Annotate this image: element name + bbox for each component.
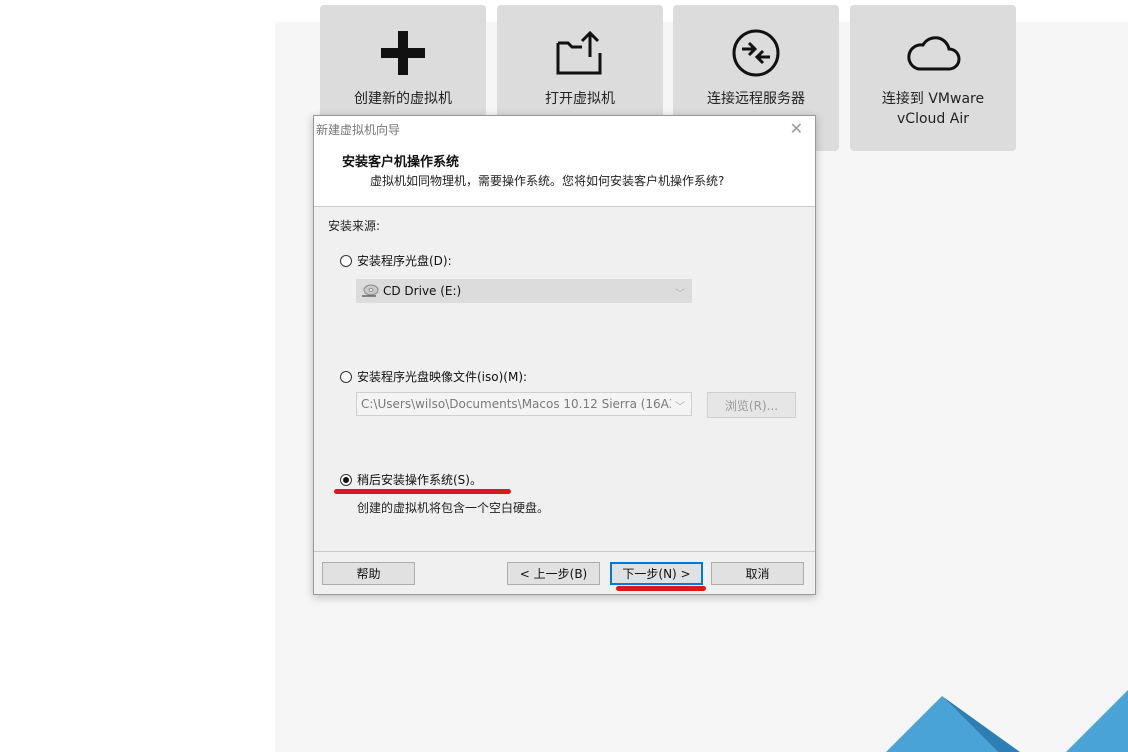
footer-divider: [314, 551, 815, 552]
iso-path-select[interactable]: C:\Users\wilso\Documents\Macos 10.12 Sie…: [356, 392, 692, 416]
cancel-button[interactable]: 取消: [711, 562, 804, 585]
install-iso-radio[interactable]: [340, 370, 352, 383]
dialog-title: 新建虚拟机向导: [316, 123, 401, 137]
dialog-header: 新建虚拟机向导 ✕ 安装客户机操作系统 虚拟机如同物理机，需要操作系统。您将如何…: [314, 116, 815, 207]
install-later-note: 创建的虚拟机将包含一个空白硬盘。: [357, 501, 550, 515]
tile-label: 打开虚拟机: [545, 91, 615, 107]
new-vm-wizard-dialog: 新建虚拟机向导 ✕ 安装客户机操作系统 虚拟机如同物理机，需要操作系统。您将如何…: [313, 115, 816, 595]
install-source-label: 安装来源:: [328, 219, 381, 233]
tile-label: 连接远程服务器: [707, 91, 805, 107]
red-underline-annotation: [616, 586, 706, 591]
remote-server-icon: [730, 27, 782, 79]
install-later-label: 稍后安装操作系统(S)。: [357, 473, 482, 487]
install-later-option[interactable]: 稍后安装操作系统(S)。: [340, 471, 482, 488]
install-disc-radio[interactable]: [340, 254, 352, 267]
page-title: 安装客户机操作系统: [342, 155, 460, 170]
cloud-icon: [905, 27, 961, 79]
install-iso-label: 安装程序光盘映像文件(iso)(M):: [357, 370, 528, 384]
connect-vcloud-air-tile[interactable]: 连接到 VMware vCloud Air: [850, 5, 1016, 151]
chevron-down-icon: ﹀: [675, 289, 685, 300]
cd-drive-value: CD Drive (E:): [383, 284, 462, 298]
tile-label: 连接到 VMware vCloud Air: [881, 91, 985, 127]
cd-drive-select[interactable]: CD Drive (E:) ﹀: [356, 279, 692, 303]
install-later-radio[interactable]: [340, 473, 352, 486]
iso-path-value: C:\Users\wilso\Documents\Macos 10.12 Sie…: [361, 397, 671, 411]
install-disc-option[interactable]: 安装程序光盘(D):: [340, 252, 452, 269]
brand-decoration-icon: [886, 690, 1128, 752]
install-disc-label: 安装程序光盘(D):: [357, 254, 452, 268]
install-iso-option[interactable]: 安装程序光盘映像文件(iso)(M):: [340, 368, 527, 385]
chevron-down-icon: ﹀: [675, 402, 685, 413]
tile-label: 创建新的虚拟机: [354, 91, 452, 107]
plus-icon: [378, 27, 428, 79]
page-description: 虚拟机如同物理机，需要操作系统。您将如何安装客户机操作系统?: [370, 174, 725, 188]
browse-button[interactable]: 浏览(R)...: [707, 392, 796, 418]
cd-drive-icon: [361, 284, 379, 298]
next-button[interactable]: 下一步(N) >: [610, 562, 703, 585]
back-button[interactable]: < 上一步(B): [507, 562, 600, 585]
help-button[interactable]: 帮助: [322, 562, 415, 585]
red-underline-annotation: [334, 489, 511, 494]
open-folder-icon: [554, 27, 606, 79]
close-icon[interactable]: ✕: [790, 119, 803, 138]
